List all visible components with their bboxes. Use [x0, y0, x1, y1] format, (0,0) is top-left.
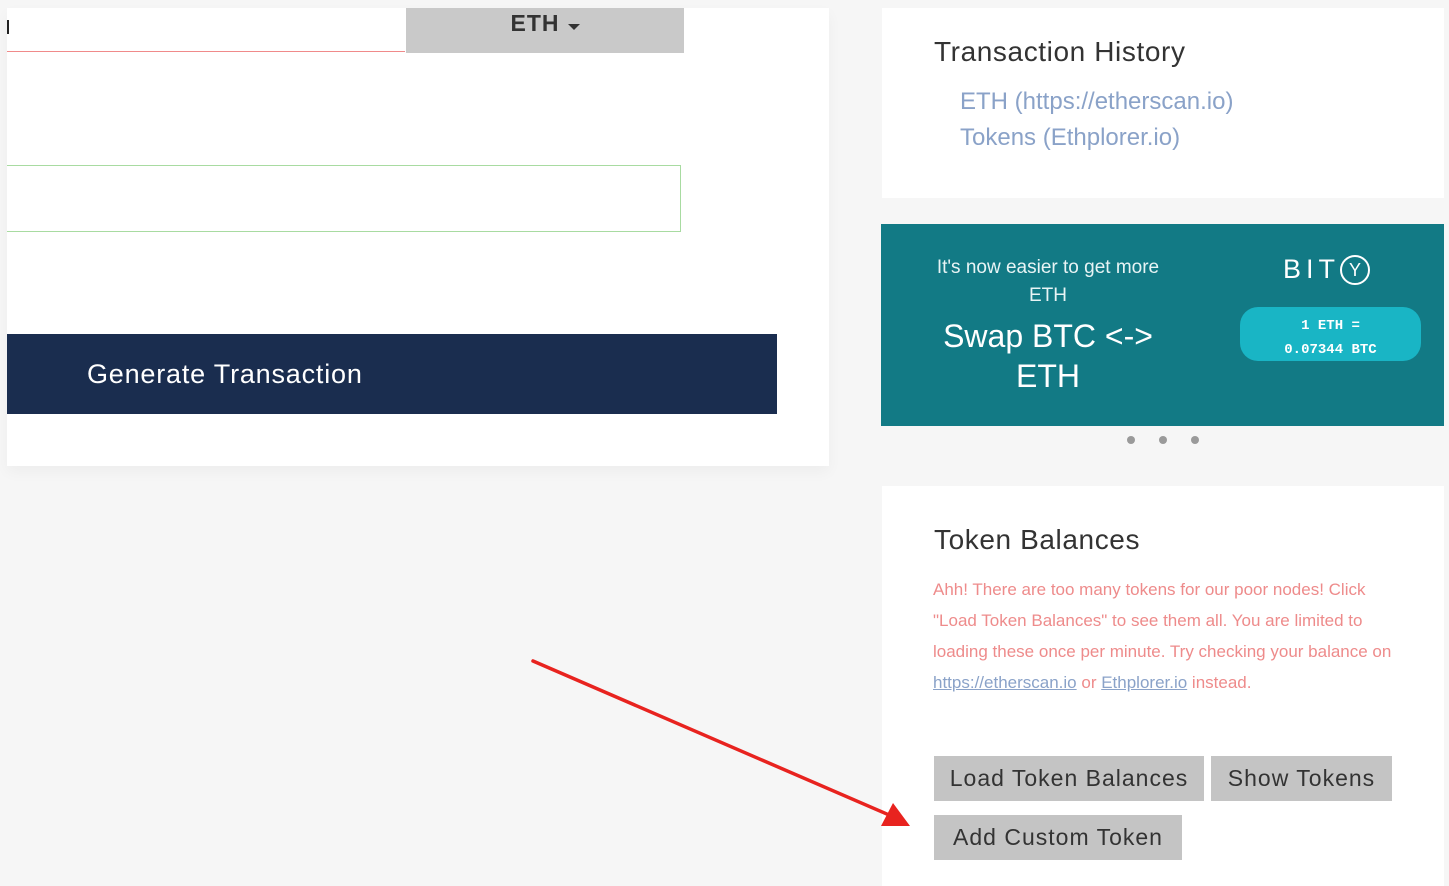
- show-tokens-button[interactable]: Show Tokens: [1211, 756, 1392, 801]
- etherscan-link[interactable]: ETH (https://etherscan.io): [960, 88, 1233, 116]
- arrow-shaft: [531, 659, 898, 820]
- unit-dropdown-label: ETH: [510, 10, 560, 36]
- exchange-rate-line2: 0.07344 BTC: [1284, 342, 1377, 358]
- unit-dropdown[interactable]: ETH: [406, 8, 684, 53]
- promo-tagline-line2: ETH: [1029, 285, 1067, 306]
- token-balances-title: Token Balances: [934, 524, 1141, 555]
- warning-text-part2: instead.: [1187, 673, 1252, 692]
- amount-input[interactable]: [7, 8, 405, 52]
- token-balances-card: Token Balances Ahh! There are too many t…: [882, 486, 1444, 886]
- add-custom-token-button[interactable]: Add Custom Token: [934, 815, 1182, 860]
- promo-tagline-line1: It's now easier to get more: [936, 257, 1160, 278]
- warning-etherscan-link[interactable]: https://etherscan.io: [933, 673, 1077, 692]
- generate-transaction-button[interactable]: Generate Transaction: [7, 334, 777, 414]
- load-token-balances-button[interactable]: Load Token Balances: [934, 756, 1204, 801]
- exchange-rate-line1: 1 ETH =: [1301, 318, 1360, 334]
- transaction-history-title: Transaction History: [934, 36, 1186, 67]
- promo-tagline: It's now easier to get more ETH: [921, 254, 1175, 310]
- carousel-dot[interactable]: [1159, 436, 1167, 444]
- bity-logo-text: BIT: [1283, 254, 1341, 284]
- bity-logo-mark: Y: [1340, 255, 1371, 285]
- warning-text-or: or: [1076, 673, 1102, 692]
- promo-headline-line2: ETH: [1016, 358, 1080, 394]
- carousel-dot[interactable]: [1191, 436, 1199, 444]
- bity-swap-banner[interactable]: It's now easier to get more ETH Swap BTC…: [881, 224, 1444, 426]
- exchange-rate-badge: 1 ETH = 0.07344 BTC: [1240, 307, 1421, 361]
- carousel-dot[interactable]: [1127, 436, 1135, 444]
- transaction-history-card: Transaction History ETH (https://ethersc…: [882, 8, 1444, 198]
- carousel-dots: [1127, 436, 1199, 444]
- gas-limit-input[interactable]: [7, 165, 681, 232]
- bity-logo: BIT Y: [1283, 254, 1371, 285]
- promo-headline-line1: Swap BTC <->: [943, 318, 1153, 354]
- text-cursor: [7, 20, 9, 34]
- token-warning-text: Ahh! There are too many tokens for our p…: [933, 574, 1393, 698]
- chevron-down-icon: [567, 24, 580, 30]
- send-transaction-panel: ETH Generate Transaction: [7, 8, 829, 466]
- warning-text-part1: Ahh! There are too many tokens for our p…: [933, 580, 1392, 661]
- promo-headline: Swap BTC <-> ETH: [921, 316, 1175, 396]
- warning-ethplorer-link[interactable]: Ethplorer.io: [1101, 673, 1187, 692]
- ethplorer-link[interactable]: Tokens (Ethplorer.io): [960, 124, 1180, 152]
